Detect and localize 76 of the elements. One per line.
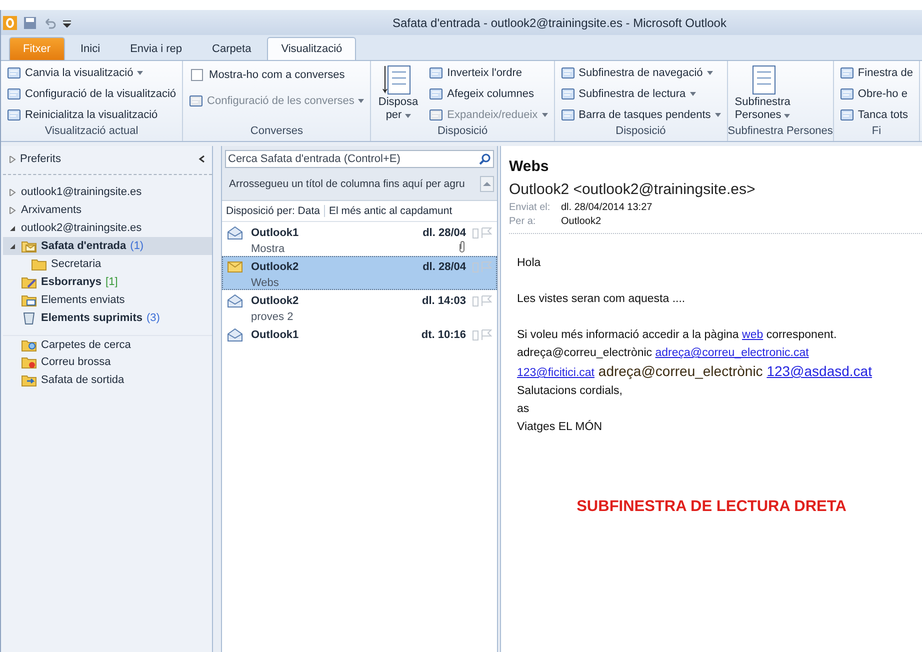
folder-item[interactable]: Secretaria [51,258,102,270]
group-label: Visualització actual [44,125,140,139]
annotation-label: SUBFINESTRA DE LECTURA DRETA [576,498,846,516]
body-text: Hola [517,256,542,271]
body-text: as [517,402,530,417]
ribbon-large-button[interactable]: Subfinestra Persones [732,64,794,125]
unread-count: (1) [130,240,144,252]
body-text: Salutacions cordials, [517,384,624,399]
ribbon-button[interactable]: Configuració de la visualització [5,85,178,103]
account-item[interactable]: Arxivaments [21,204,82,216]
conversations-checkbox[interactable]: Mostra-ho com a converses [187,64,366,86]
account-item[interactable]: outlook2@trainingsite.es [21,222,142,234]
body-text: Viatges EL MÓN [517,419,604,435]
folder-item[interactable]: Elements suprimits [41,312,142,324]
body-text: adreça@correu_electrònic adreça@correu_electronic.cat [517,346,810,361]
message-row[interactable]: Outlook2 dl. 28/04 Webs [222,256,497,290]
account-item[interactable]: outlook1@trainingsite.es [21,186,142,198]
folder-item[interactable]: Elements enviats [41,294,125,306]
recipient: Outlook2 [561,216,602,227]
ribbon-button[interactable]: Reinicialitza la visualització [5,106,178,124]
message-sender: Outlook1 [251,329,300,341]
favorites-item[interactable]: Preferits [20,153,61,165]
group-label: Disposició [614,125,667,139]
selected-folder-row[interactable]: Safata d'entrada (1) [3,237,212,255]
folder-item[interactable]: Correu brossa [41,356,111,368]
email-link[interactable]: adreça@correu_electronic.cat [655,347,809,359]
message-subject: proves 2 [251,311,294,323]
email-link[interactable]: web [742,329,764,341]
ribbon-tab[interactable]: Inici [66,37,114,60]
folder-item[interactable]: Safata de sortida [41,374,124,386]
email-sender: Outlook2 <outlook2@trainingsite.es> [509,181,756,198]
body-text: Si voleu més informació accedir a la pàgina web corresponent. [517,328,838,343]
group-label: Subfinestra Persones [728,125,833,139]
ribbon-tab[interactable]: Visualització [267,37,356,60]
sent-label: Enviat el: [509,202,552,213]
ribbon-button[interactable]: Subfinestra de navegació [558,64,723,82]
ribbon-button[interactable]: Afegeix columnes [427,85,550,103]
unread-count: (3) [146,312,160,324]
ribbon-button[interactable]: Subfinestra de lectura [558,85,723,103]
window-title: Safata d'entrada - outlook2@trainingsite.es - Microsoft Outlook [392,16,728,30]
message-sender: Outlook1 [251,227,300,239]
folder-item[interactable]: Safata d'entrada [41,240,126,252]
group-label: Converses [249,125,304,139]
message-date: dl. 28/04 [422,227,466,239]
group-label: Fi [870,125,882,139]
group-label: Disposició [436,125,489,139]
to-label: Per a: [509,216,537,227]
ribbon-button[interactable]: Canvia la visualització [5,64,178,82]
ribbon-button[interactable]: Finestra de [838,64,915,82]
message-date: dl. 14:03 [422,295,466,307]
message-sender: Outlook2 [251,261,300,273]
folder-item[interactable]: Carpetes de cerca [41,338,131,350]
group-by-hint: Arrossegueu un títol de columna fins aquí per agru [228,178,466,190]
email-link[interactable]: 123@asdasd.cat [766,363,872,379]
search-field[interactable]: Cerca Safata d'entrada (Control+E) [225,150,494,168]
body-text: 123@ficitici.cat adreça@correu_electrònic 123@asdasd.cat [517,362,873,381]
ribbon-tab[interactable]: Carpeta [198,37,266,60]
unread-count: [1] [106,276,118,288]
sent-date: dl. 28/04/2014 13:27 [561,202,654,213]
ribbon-button[interactable]: Inverteix l'ordre [427,64,550,82]
ribbon-large-button[interactable]: Disposa per [375,64,422,125]
message-sender: Outlook2 [251,295,300,307]
ribbon-button[interactable]: Tanca tots [838,106,915,124]
email-subject: Webs [509,158,550,175]
ribbon-button[interactable]: Barra de tasques pendents [558,106,723,124]
email-link[interactable]: 123@ficitici.cat [517,367,595,379]
column-header[interactable]: El més antic al capdamunt [324,205,456,217]
column-header[interactable]: Disposició per: Data [222,205,325,217]
ribbon-button[interactable]: Obre-ho e [838,85,915,103]
message-subject: Mostra [251,243,286,255]
folder-item[interactable]: Esborranys [41,276,102,288]
message-subject: Webs [251,277,280,289]
message-date: dt. 10:16 [421,329,466,341]
message-date: dl. 28/04 [422,261,466,273]
body-text: Les vistes seran com aquesta .... [517,292,686,307]
ribbon-tab[interactable]: Envia i rep [116,37,196,60]
